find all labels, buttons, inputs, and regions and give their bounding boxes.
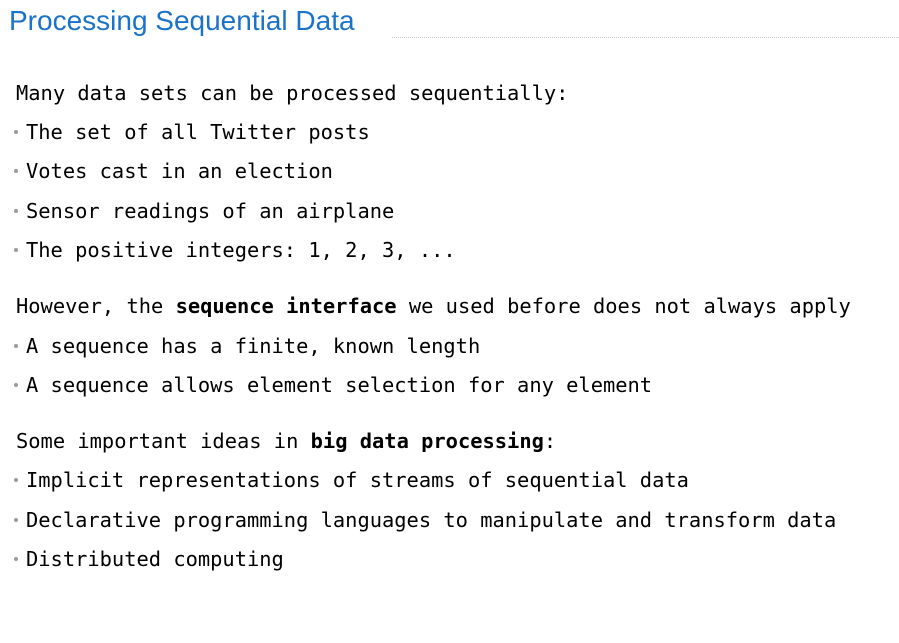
list-item: A sequence has a finite, known length [14,334,480,358]
list-item-text: A sequence has a finite, known length [26,334,481,358]
bullet-icon [14,130,18,134]
list-item-text: The positive integers: 1, 2, 3, ... [26,238,456,262]
bullet-icon [14,344,18,348]
heading-emphasis: big data processing [310,429,544,453]
heading-text: we used before does not always apply [396,294,851,318]
bullet-icon [14,209,18,213]
list-item: Sensor readings of an airplane [14,199,394,223]
bullet-icon [14,169,18,173]
list-item-text: The set of all Twitter posts [26,120,370,144]
list-item-text: Distributed computing [26,547,284,571]
bullet-icon [14,248,18,252]
section-2-heading: However, the sequence interface we used … [16,294,851,318]
list-item: Declarative programming languages to man… [14,508,836,532]
list-item: Implicit representations of streams of s… [14,468,689,492]
list-item: The positive integers: 1, 2, 3, ... [14,238,456,262]
list-item-text: A sequence allows element selection for … [26,373,653,397]
slide-title: Processing Sequential Data [9,5,355,36]
heading-emphasis: sequence interface [175,294,397,318]
bullet-icon [14,557,18,561]
section-1-heading: Many data sets can be processed sequenti… [16,81,569,105]
bullet-icon [14,478,18,482]
heading-text: : [543,429,557,453]
slide-content: Many data sets can be processed sequenti… [14,0,851,571]
list-item: The set of all Twitter posts [14,120,370,144]
bullet-icon [14,383,18,387]
list-item: A sequence allows element selection for … [14,373,652,397]
list-item-text: Sensor readings of an airplane [26,199,395,223]
section-3-heading: Some important ideas in big data process… [16,429,556,453]
list-item: Votes cast in an election [14,159,333,183]
list-item-text: Votes cast in an election [26,159,333,183]
title-divider [392,37,899,38]
list-item-text: Implicit representations of streams of s… [26,468,689,492]
heading-text: However, the [16,294,176,318]
heading-text: Some important ideas in [16,429,311,453]
bullet-icon [14,518,18,522]
list-item-text: Declarative programming languages to man… [26,508,837,532]
list-item: Distributed computing [14,547,284,571]
